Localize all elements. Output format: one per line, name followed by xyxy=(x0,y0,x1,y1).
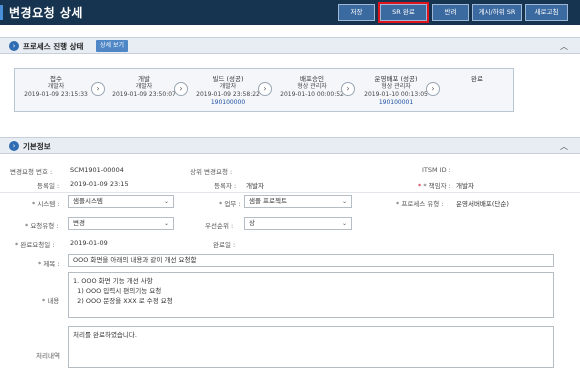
chevron-down-icon: ⌄ xyxy=(341,198,347,205)
page-title: 변경요청 상세 xyxy=(9,6,83,20)
chevron-up-icon[interactable]: ︿ xyxy=(560,141,568,152)
registrant-label: 등록자 : xyxy=(214,182,237,190)
chevron-up-icon[interactable]: ︿ xyxy=(560,41,568,52)
itsm-id-label: ITSM ID : xyxy=(422,166,451,174)
step-complete: 완료 xyxy=(471,75,483,83)
detail-view-button[interactable]: 상세 보기 xyxy=(96,40,128,52)
system-label: * 시스템 : xyxy=(32,200,60,208)
priority-select[interactable]: 상 ⌄ xyxy=(244,217,352,230)
work-label: * 업무 : xyxy=(219,200,241,208)
chevron-right-icon: › xyxy=(174,82,188,96)
chevron-right-icon: › xyxy=(341,82,355,96)
build-id-link[interactable]: 190100000 xyxy=(187,99,269,107)
subject-label: * 제목 : xyxy=(38,260,60,268)
basic-info-panel-header[interactable]: › 기본정보 ︿ xyxy=(0,137,580,154)
chevron-right-icon: › xyxy=(426,82,440,96)
step-receipt: 접수 개발자 2019-01-09 23:15:33 xyxy=(24,75,88,98)
process-type-value: 운영서버배포(단순) xyxy=(456,200,509,208)
step-production-deploy: 운영배포 (성공) 형상 관리자 2019-01-10 00:13:05 190… xyxy=(355,69,437,111)
basic-info-title: 기본정보 xyxy=(23,142,51,151)
handling-label: 처리내역 xyxy=(36,352,60,360)
title-marker xyxy=(0,5,3,20)
chevron-down-icon: ⌄ xyxy=(163,220,169,227)
post-sub-sr-button[interactable]: 게시/하위 SR xyxy=(472,4,522,21)
request-type-select[interactable]: 변경 ⌄ xyxy=(68,217,174,230)
complete-date-label: 완료일 : xyxy=(213,241,236,249)
system-select[interactable]: 샘플시스템 ⌄ xyxy=(68,195,174,208)
priority-label: 우선순위 : xyxy=(205,222,234,230)
handling-textarea[interactable]: 처리를 완료하였습니다. xyxy=(68,326,554,368)
sr-complete-button[interactable]: SR 완료 xyxy=(378,2,429,23)
chevron-right-circle-icon: › xyxy=(9,141,19,151)
owner-value: 개발자 xyxy=(456,182,474,190)
work-select[interactable]: 샘플 프로젝트 ⌄ xyxy=(244,195,352,208)
step-develop: 개발 개발자 2019-01-09 23:50:07 xyxy=(112,75,176,98)
step-build: 빌드 (성공) 개발자 2019-01-09 23:58:22 19010000… xyxy=(187,69,269,111)
chevron-down-icon: ⌄ xyxy=(163,198,169,205)
chevron-right-icon: › xyxy=(258,82,272,96)
change-no-value: SCM1901-00004 xyxy=(70,166,124,174)
registrant-value: 개발자 xyxy=(246,182,264,190)
parent-change-label: 상위 변경요청 : xyxy=(190,168,233,176)
request-type-label: * 요청유형 : xyxy=(25,222,59,230)
owner-label: * * 책임자 : xyxy=(418,182,451,190)
save-button[interactable]: 저장 xyxy=(338,4,375,21)
chevron-down-icon: ⌄ xyxy=(341,220,347,227)
due-date-value[interactable]: 2019-01-09 xyxy=(70,239,108,247)
deploy-id-link[interactable]: 190100001 xyxy=(355,99,437,107)
reg-date-value: 2019-01-09 23:15 xyxy=(70,180,129,188)
top-bar: 변경요청 상세 저장 SR 완료 반려 게시/하위 SR 새로고침 xyxy=(0,0,580,25)
content-label: * 내용 xyxy=(42,297,60,305)
reg-date-label: 등록일 : xyxy=(37,182,60,190)
subject-input[interactable]: OOO 화면을 아래의 내용과 같이 개선 요청함 xyxy=(68,254,554,267)
due-date-label: * 완료요청일 : xyxy=(15,241,55,249)
content-textarea[interactable]: 1. OOO 화면 기능 개선 사항 1) OOO 입력시 편의기능 요청 2)… xyxy=(68,272,554,318)
process-type-label: * 프로세스 유형 : xyxy=(396,200,444,208)
process-panel-header[interactable]: › 프로세스 진행 상태 상세 보기 ︿ xyxy=(0,37,580,54)
process-flow: 접수 개발자 2019-01-09 23:15:33 › 개발 개발자 2019… xyxy=(14,68,514,112)
row-divider xyxy=(0,192,580,193)
process-panel-title: 프로세스 진행 상태 xyxy=(23,42,84,51)
chevron-right-circle-icon: › xyxy=(9,41,19,51)
refresh-button[interactable]: 새로고침 xyxy=(525,4,568,21)
change-no-label: 변경요청 번호 : xyxy=(10,168,53,176)
reject-button[interactable]: 반려 xyxy=(432,4,469,21)
